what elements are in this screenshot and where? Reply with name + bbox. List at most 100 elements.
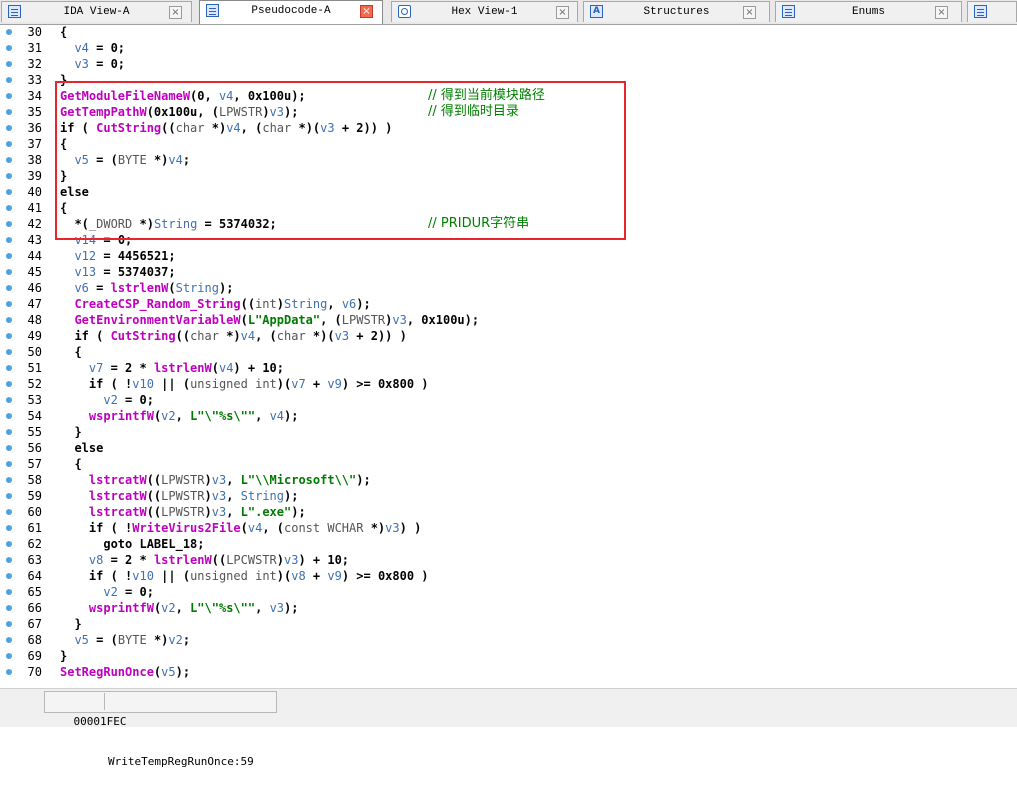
breakpoint-dot-icon[interactable] [6, 525, 12, 531]
pseudocode-view[interactable]: 30{31 v4 = 0; 32 v3 = 0; 33} 34 GetModuleFil… [0, 24, 1017, 688]
code-line[interactable]: 33} [0, 72, 1017, 88]
breakpoint-dot-icon[interactable] [6, 413, 12, 419]
code-text[interactable]: if ( !v10 || (unsigned int)(v8 + v9) >= … [60, 568, 429, 584]
code-text[interactable]: } [60, 168, 67, 184]
code-line[interactable]: 37 { [0, 136, 1017, 152]
code-line[interactable]: 30 { [0, 24, 1017, 40]
code-line[interactable]: 52 if ( !v10 || (unsigned int)(v7 + v9) … [0, 376, 1017, 392]
code-text[interactable]: if ( CutString((char *)v4, (char *)(v3 +… [60, 328, 406, 344]
breakpoint-dot-icon[interactable] [6, 317, 12, 323]
breakpoint-dot-icon[interactable] [6, 429, 12, 435]
code-text[interactable]: v12 = 4456521; [60, 248, 175, 264]
breakpoint-dot-icon[interactable] [6, 109, 12, 115]
code-line[interactable]: 35 GetTempPathW(0x100u, (LPWSTR)v3); // 得到… [0, 104, 1017, 120]
code-text[interactable]: lstrcatW((LPWSTR)v3, L"\\Microsoft\\"); [60, 472, 371, 488]
code-line[interactable]: 62 goto LABEL_18; [0, 536, 1017, 552]
code-line[interactable]: 55 } [0, 424, 1017, 440]
breakpoint-dot-icon[interactable] [6, 189, 12, 195]
code-text[interactable]: if ( CutString((char *)v4, (char *)(v3 +… [60, 120, 392, 136]
code-text[interactable]: v5 = (BYTE *)v2; [60, 632, 190, 648]
breakpoint-dot-icon[interactable] [6, 173, 12, 179]
code-text[interactable]: v7 = 2 * lstrlenW(v4) + 10; [60, 360, 284, 376]
tab-hex-view-1[interactable]: Hex View-1 × [391, 1, 578, 22]
breakpoint-dot-icon[interactable] [6, 45, 12, 51]
code-text[interactable]: } [60, 424, 81, 440]
breakpoint-dot-icon[interactable] [6, 573, 12, 579]
code-line[interactable]: 41 { [0, 200, 1017, 216]
code-line[interactable]: 46 v6 = lstrlenW(String); [0, 280, 1017, 296]
code-text[interactable]: wsprintfW(v2, L"\"%s\"", v3); [60, 600, 299, 616]
close-icon[interactable]: × [556, 6, 569, 19]
breakpoint-dot-icon[interactable] [6, 269, 12, 275]
code-text[interactable]: if ( !v10 || (unsigned int)(v7 + v9) >= … [60, 376, 429, 392]
code-line[interactable]: 53 v2 = 0; [0, 392, 1017, 408]
code-text[interactable]: GetTempPathW(0x100u, (LPWSTR)v3); [60, 104, 298, 120]
code-text[interactable]: v14 = 0; [60, 232, 132, 248]
breakpoint-dot-icon[interactable] [6, 461, 12, 467]
code-text[interactable]: if ( !WriteVirus2File(v4, (const WCHAR *… [60, 520, 421, 536]
code-line[interactable]: 64 if ( !v10 || (unsigned int)(v8 + v9) … [0, 568, 1017, 584]
code-line[interactable]: 44 v12 = 4456521; [0, 248, 1017, 264]
code-line[interactable]: 34 GetModuleFileNameW(0, v4, 0x100u); // 得… [0, 88, 1017, 104]
breakpoint-dot-icon[interactable] [6, 605, 12, 611]
tab-structures[interactable]: Structures × [583, 1, 770, 22]
code-line[interactable]: 56 else [0, 440, 1017, 456]
code-line[interactable]: 63 v8 = 2 * lstrlenW((LPCWSTR)v3) + 10; [0, 552, 1017, 568]
code-line[interactable]: 50 { [0, 344, 1017, 360]
tab-imports[interactable] [967, 1, 1017, 22]
code-line[interactable]: 47 CreateCSP_Random_String((int)String, … [0, 296, 1017, 312]
code-line[interactable]: 61 if ( !WriteVirus2File(v4, (const WCHA… [0, 520, 1017, 536]
breakpoint-dot-icon[interactable] [6, 669, 12, 675]
breakpoint-dot-icon[interactable] [6, 477, 12, 483]
breakpoint-dot-icon[interactable] [6, 77, 12, 83]
breakpoint-dot-icon[interactable] [6, 541, 12, 547]
breakpoint-dot-icon[interactable] [6, 237, 12, 243]
code-text[interactable]: lstrcatW((LPWSTR)v3, L".exe"); [60, 504, 306, 520]
breakpoint-dot-icon[interactable] [6, 621, 12, 627]
breakpoint-dot-icon[interactable] [6, 29, 12, 35]
code-line[interactable]: 69} [0, 648, 1017, 664]
breakpoint-dot-icon[interactable] [6, 445, 12, 451]
code-text[interactable]: { [60, 24, 67, 40]
code-line[interactable]: 32 v3 = 0; [0, 56, 1017, 72]
breakpoint-dot-icon[interactable] [6, 397, 12, 403]
breakpoint-dot-icon[interactable] [6, 285, 12, 291]
breakpoint-dot-icon[interactable] [6, 349, 12, 355]
code-line[interactable]: 54 wsprintfW(v2, L"\"%s\"", v4); [0, 408, 1017, 424]
code-text[interactable]: } [60, 648, 67, 664]
code-text[interactable]: else [60, 440, 103, 456]
code-text[interactable]: { [60, 200, 67, 216]
breakpoint-dot-icon[interactable] [6, 509, 12, 515]
code-text[interactable]: else [60, 184, 89, 200]
close-icon[interactable]: × [360, 5, 373, 18]
breakpoint-dot-icon[interactable] [6, 93, 12, 99]
code-text[interactable]: v6 = lstrlenW(String); [60, 280, 233, 296]
code-line[interactable]: 48 GetEnvironmentVariableW(L"AppData", (… [0, 312, 1017, 328]
breakpoint-dot-icon[interactable] [6, 253, 12, 259]
code-text[interactable]: { [60, 344, 81, 360]
code-line[interactable]: 65 v2 = 0; [0, 584, 1017, 600]
breakpoint-dot-icon[interactable] [6, 653, 12, 659]
code-text[interactable]: v13 = 5374037; [60, 264, 175, 280]
code-text[interactable]: } [60, 72, 67, 88]
code-text[interactable]: v3 = 0; [60, 56, 125, 72]
code-text[interactable]: { [60, 136, 67, 152]
code-line[interactable]: 60 lstrcatW((LPWSTR)v3, L".exe"); [0, 504, 1017, 520]
close-icon[interactable]: × [743, 6, 756, 19]
code-line[interactable]: 67 } [0, 616, 1017, 632]
code-line[interactable]: 57 { [0, 456, 1017, 472]
code-line[interactable]: 66 wsprintfW(v2, L"\"%s\"", v3); [0, 600, 1017, 616]
code-line[interactable]: 68 v5 = (BYTE *)v2; [0, 632, 1017, 648]
code-text[interactable]: SetRegRunOnce(v5); [60, 664, 190, 680]
code-text[interactable]: } [60, 616, 81, 632]
breakpoint-dot-icon[interactable] [6, 157, 12, 163]
close-icon[interactable]: × [935, 6, 948, 19]
code-text[interactable]: v4 = 0; [60, 40, 125, 56]
code-line[interactable]: 36 if ( CutString((char *)v4, (char *)(v3… [0, 120, 1017, 136]
code-text[interactable]: lstrcatW((LPWSTR)v3, String); [60, 488, 299, 504]
code-line[interactable]: 42 *(_DWORD *)String = 5374032; // PRIDUR… [0, 216, 1017, 232]
code-line[interactable]: 70 SetRegRunOnce(v5); [0, 664, 1017, 680]
code-line[interactable]: 39} [0, 168, 1017, 184]
code-text[interactable]: { [60, 456, 81, 472]
code-line[interactable]: 43 v14 = 0; [0, 232, 1017, 248]
